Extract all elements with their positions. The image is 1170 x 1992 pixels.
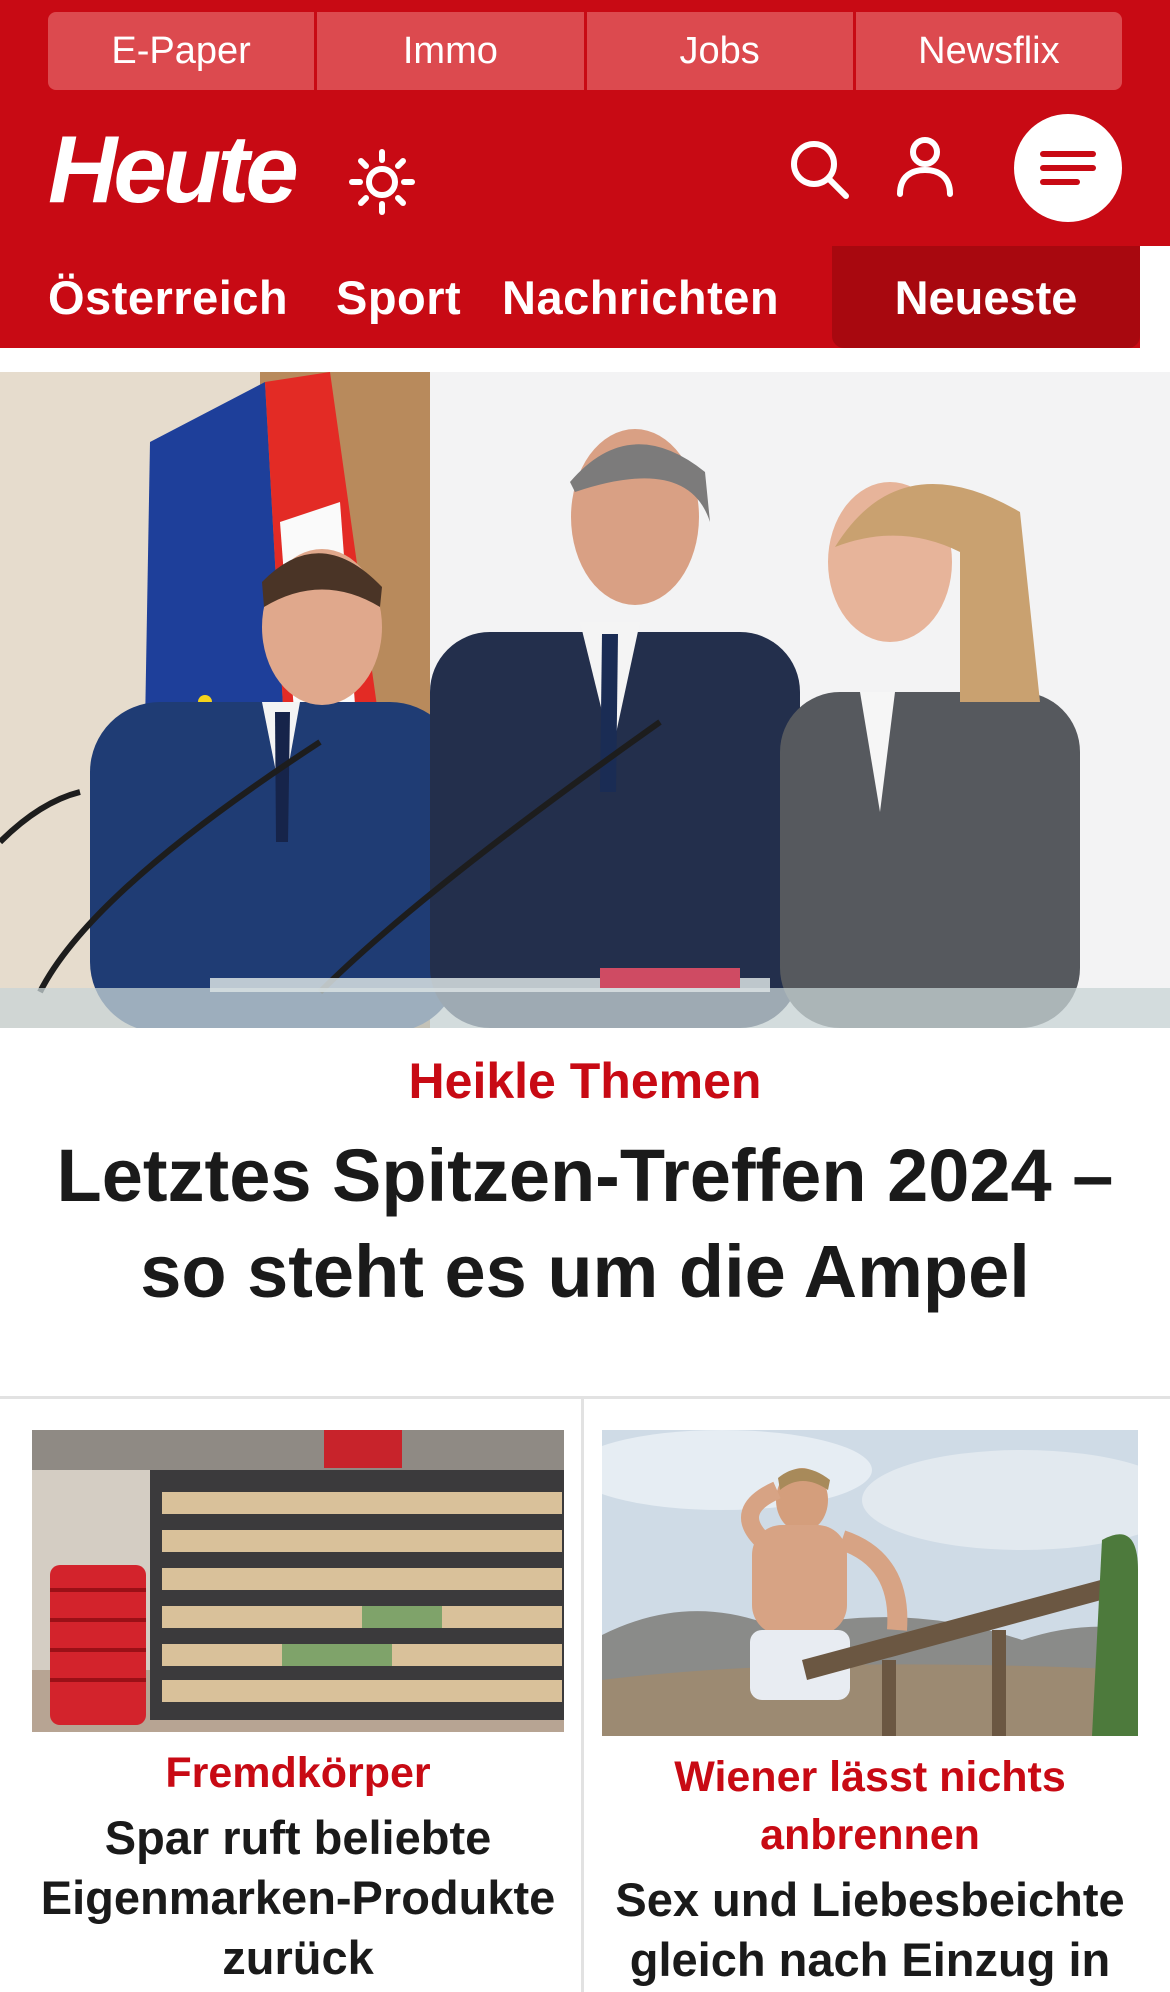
hero-headline[interactable]: Letztes Spitzen-Treffen 2024 – so steht … [10, 1128, 1160, 1320]
nav-item-nachrichten[interactable]: Nachrichten [502, 246, 779, 348]
topbar-link-newsflix[interactable]: Newsflix [855, 12, 1122, 90]
card-headline[interactable]: Sex und Liebesbeichte gleich nach Einzug… [602, 1870, 1138, 1990]
nav-edge [1140, 246, 1170, 348]
nav-item-oesterreich[interactable]: Österreich [48, 246, 288, 348]
menu-button[interactable] [1014, 114, 1122, 222]
sun-icon[interactable] [348, 148, 416, 216]
card-kicker: Fremdkörper [165, 1749, 431, 1797]
top-service-bar: E-Paper Immo Jobs Newsflix [48, 12, 1122, 90]
card-kicker: Wiener lässt nichts anbrennen [674, 1753, 1066, 1859]
column-divider [581, 1399, 584, 1992]
hero-photo [0, 372, 1170, 1028]
search-icon[interactable] [786, 136, 852, 202]
article-image-balcony [602, 1430, 1138, 1736]
nav-item-neueste[interactable]: Neueste [832, 246, 1140, 348]
hero-image[interactable] [0, 372, 1170, 1028]
article-card-spar[interactable]: Fremdkörper Spar ruft beliebte Eigenmark… [32, 1430, 564, 1988]
card-headline[interactable]: Spar ruft beliebte Eigenmarken-Produkte … [32, 1808, 564, 1988]
article-image-supermarket [32, 1430, 564, 1732]
main-navigation: Österreich Sport Nachrichten Neueste [0, 246, 1170, 348]
topbar-link-jobs[interactable]: Jobs [586, 12, 856, 90]
site-header: E-Paper Immo Jobs Newsflix Heute Österre… [0, 0, 1170, 348]
article-card-wiener[interactable]: Wiener lässt nichts anbrennen Sex und Li… [602, 1430, 1138, 1990]
topbar-link-epaper[interactable]: E-Paper [48, 12, 318, 90]
hero-kicker: Heikle Themen [408, 1053, 762, 1109]
site-logo[interactable]: Heute [48, 122, 299, 218]
nav-item-sport[interactable]: Sport [336, 246, 461, 348]
section-divider [0, 1396, 1170, 1399]
menu-icon [1040, 151, 1096, 185]
topbar-link-immo[interactable]: Immo [317, 12, 587, 90]
user-icon[interactable] [892, 134, 958, 200]
